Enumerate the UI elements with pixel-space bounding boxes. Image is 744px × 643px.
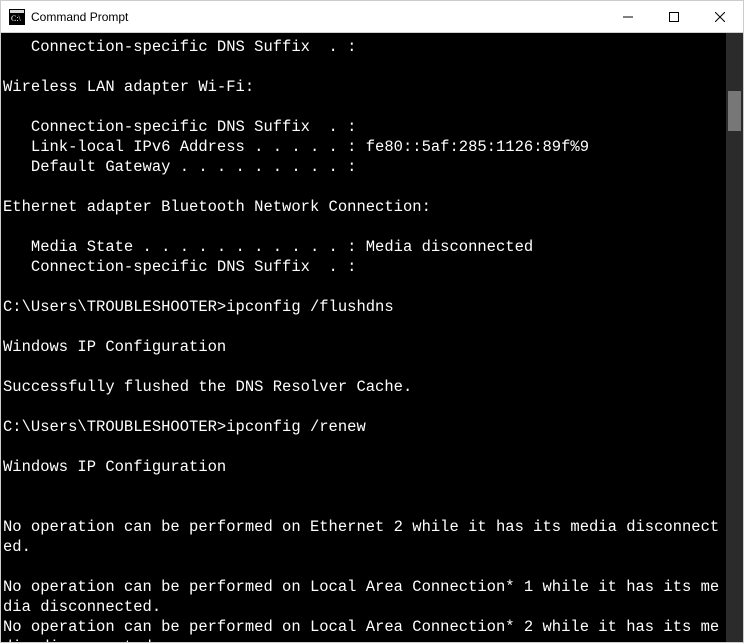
terminal-line: [3, 217, 724, 237]
terminal-line: [3, 277, 724, 297]
maximize-button[interactable]: [651, 1, 697, 32]
terminal-line: Link-local IPv6 Address . . . . . : fe80…: [3, 137, 724, 157]
terminal-output[interactable]: Connection-specific DNS Suffix . : Wirele…: [1, 33, 726, 642]
terminal-line: C:\Users\TROUBLESHOOTER>ipconfig /flushd…: [3, 297, 724, 317]
terminal-line: [3, 177, 724, 197]
terminal-line: [3, 357, 724, 377]
command-prompt-window: C:\ Command Prompt Connection-specific D…: [0, 0, 744, 643]
terminal-line: [3, 497, 724, 517]
terminal-line: Media State . . . . . . . . . . . : Medi…: [3, 237, 724, 257]
titlebar[interactable]: C:\ Command Prompt: [1, 1, 743, 33]
terminal-line: No operation can be performed on Local A…: [3, 577, 724, 617]
window-controls: [605, 1, 743, 32]
scrollbar-track[interactable]: [726, 33, 743, 642]
terminal-line: [3, 57, 724, 77]
svg-text:C:\: C:\: [11, 14, 22, 23]
terminal-line: Successfully flushed the DNS Resolver Ca…: [3, 377, 724, 397]
terminal-line: [3, 477, 724, 497]
minimize-button[interactable]: [605, 1, 651, 32]
terminal-line: Connection-specific DNS Suffix . :: [3, 257, 724, 277]
terminal-line: [3, 397, 724, 417]
terminal-line: Ethernet adapter Bluetooth Network Conne…: [3, 197, 724, 217]
terminal-line: [3, 557, 724, 577]
terminal-line: Default Gateway . . . . . . . . . :: [3, 157, 724, 177]
window-title: Command Prompt: [31, 10, 605, 24]
terminal-line: [3, 97, 724, 117]
terminal-line: [3, 317, 724, 337]
terminal-area: Connection-specific DNS Suffix . : Wirele…: [1, 33, 743, 642]
terminal-line: Connection-specific DNS Suffix . :: [3, 37, 724, 57]
terminal-line: Windows IP Configuration: [3, 457, 724, 477]
terminal-line: Windows IP Configuration: [3, 337, 724, 357]
close-icon: [715, 12, 725, 22]
minimize-icon: [623, 12, 633, 22]
terminal-line: No operation can be performed on Local A…: [3, 617, 724, 642]
terminal-line: No operation can be performed on Etherne…: [3, 517, 724, 557]
terminal-line: C:\Users\TROUBLESHOOTER>ipconfig /renew: [3, 417, 724, 437]
terminal-line: Wireless LAN adapter Wi-Fi:: [3, 77, 724, 97]
close-button[interactable]: [697, 1, 743, 32]
app-icon: C:\: [9, 9, 25, 25]
scrollbar-thumb[interactable]: [728, 91, 741, 131]
terminal-line: Connection-specific DNS Suffix . :: [3, 117, 724, 137]
terminal-line: [3, 437, 724, 457]
maximize-icon: [669, 12, 679, 22]
